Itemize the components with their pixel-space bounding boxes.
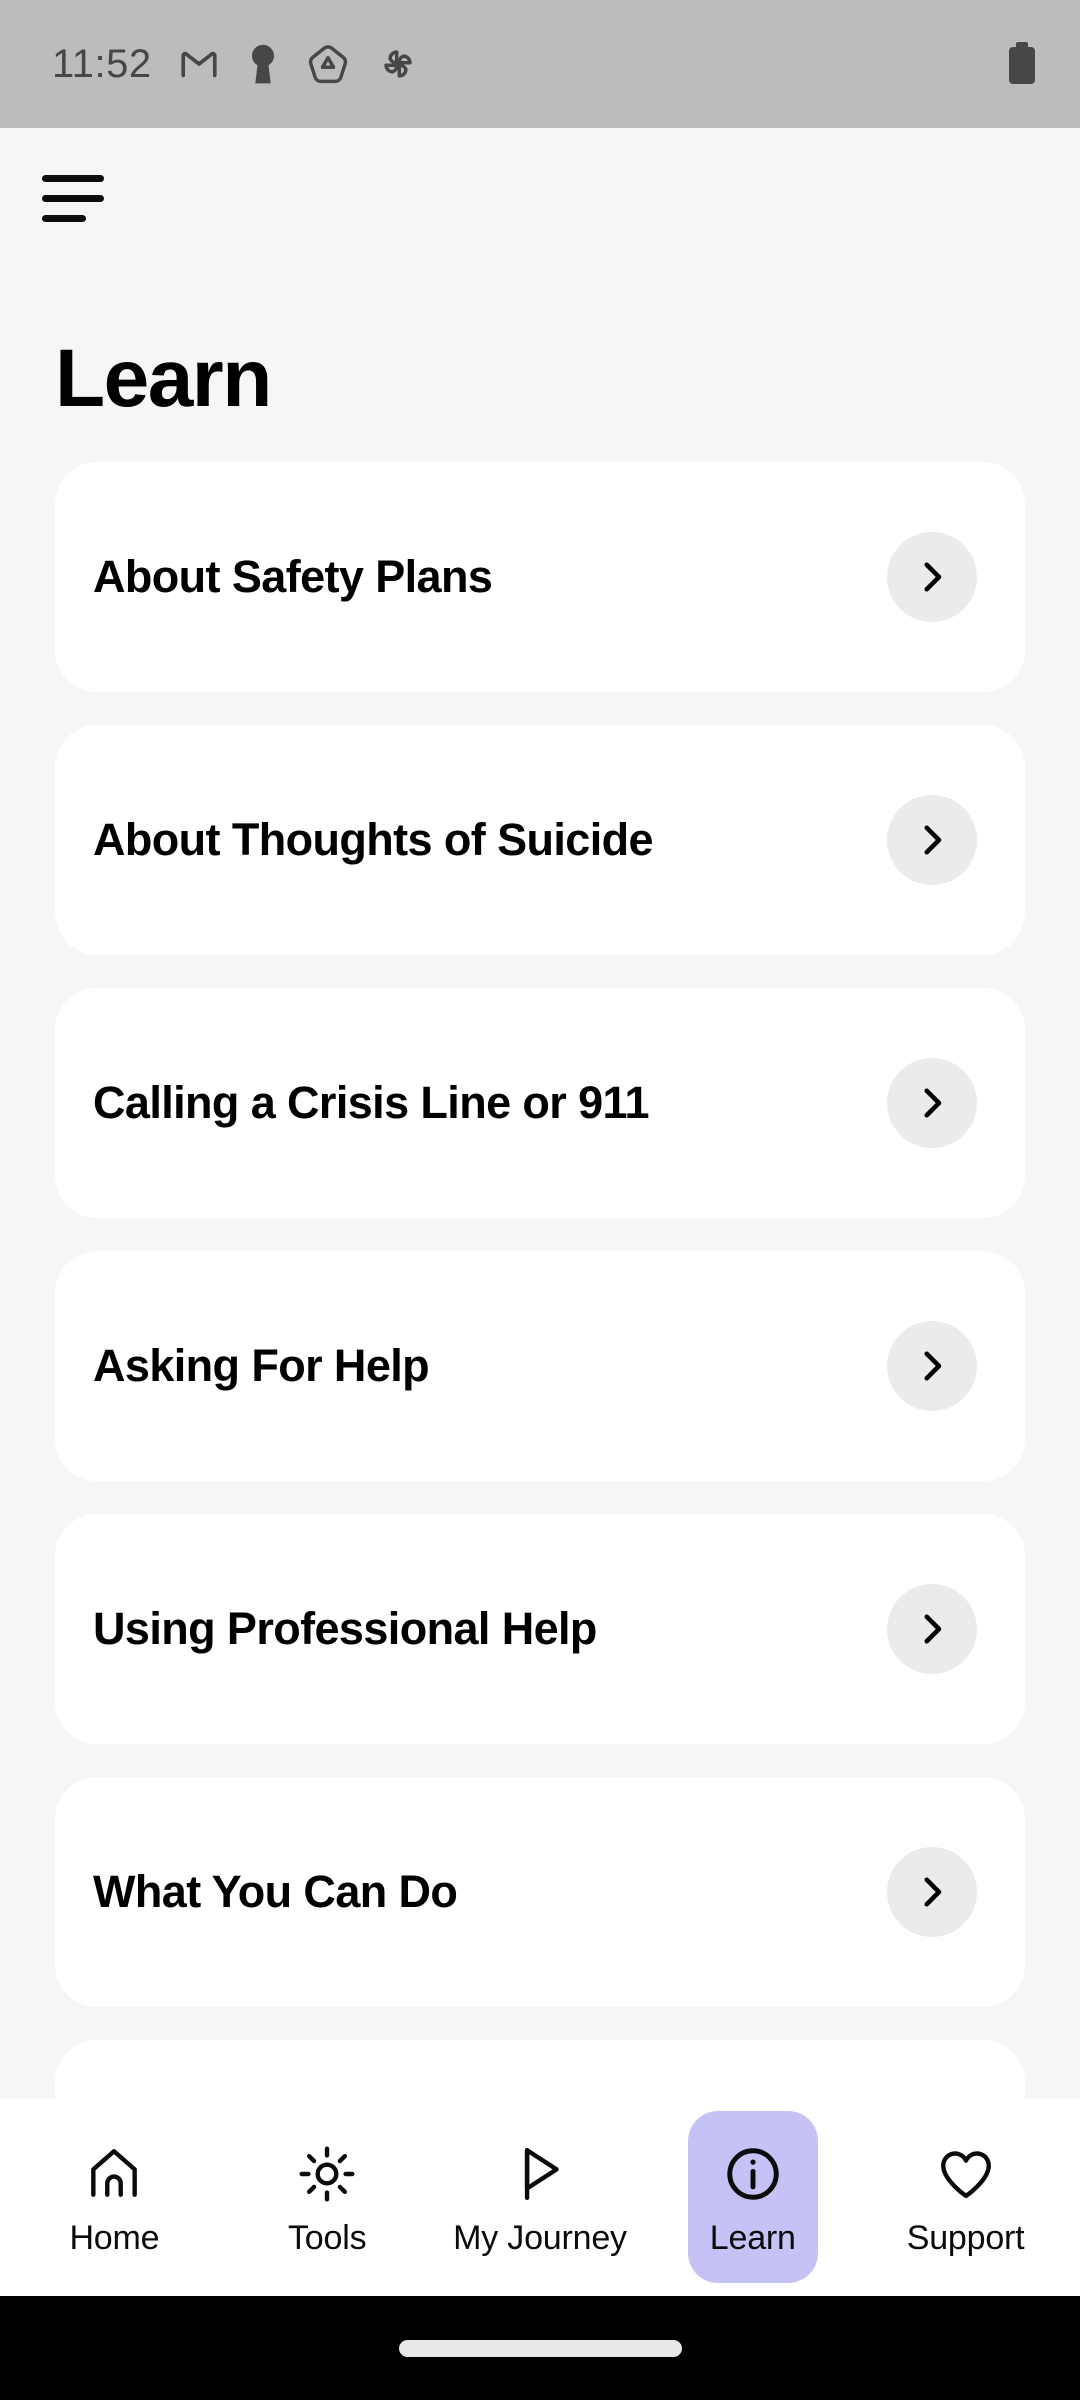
- system-gesture-bar: [0, 2296, 1080, 2400]
- chevron-right-icon[interactable]: [887, 1321, 977, 1411]
- status-bar-clock: 11:52: [52, 42, 152, 86]
- hamburger-line-1: [42, 174, 104, 182]
- learn-item-label: About Thoughts of Suicide: [93, 814, 654, 866]
- learn-list-item[interactable]: Calling a Crisis Line or 911: [55, 988, 1025, 1218]
- gesture-pill[interactable]: [398, 2339, 682, 2357]
- hamburger-menu-icon[interactable]: [42, 167, 112, 229]
- nav-label-home: Home: [69, 2218, 160, 2257]
- phone-screen: 11:52 Learn About Safety Plans About Tho…: [0, 0, 1080, 2400]
- nav-item-my-journey[interactable]: My Journey: [434, 2099, 647, 2296]
- google-photos-icon: [376, 42, 420, 86]
- gmail-icon: [178, 43, 220, 85]
- keyhole-icon: [246, 42, 280, 86]
- nav-item-support[interactable]: Support: [859, 2099, 1072, 2296]
- google-drive-icon: [306, 42, 350, 86]
- learn-item-label: Asking For Help: [93, 1340, 430, 1392]
- chevron-right-icon[interactable]: [887, 1847, 977, 1937]
- home-icon: [83, 2141, 145, 2207]
- nav-label-support: Support: [906, 2218, 1025, 2257]
- learn-list[interactable]: About Safety Plans About Thoughts of Sui…: [0, 462, 1080, 2099]
- learn-list-item[interactable]: Using Professional Help: [55, 1514, 1025, 1744]
- learn-list-item[interactable]: About Thoughts of Suicide: [55, 725, 1025, 955]
- nav-label-my-journey: My Journey: [453, 2218, 627, 2257]
- status-bar-right: [1004, 40, 1040, 88]
- heart-icon: [935, 2141, 997, 2207]
- nav-label-tools: Tools: [288, 2218, 367, 2257]
- learn-list-item[interactable]: About Safety Plans: [55, 462, 1025, 692]
- chevron-right-icon[interactable]: [887, 1584, 977, 1674]
- brightness-sun-icon: [296, 2141, 358, 2207]
- status-bar: 11:52: [0, 0, 1080, 128]
- learn-list-item-partial[interactable]: [55, 2040, 1025, 2099]
- bottom-navigation-bar: Home Tools My Journey Learn Support: [0, 2099, 1080, 2296]
- app-bar: [0, 128, 1080, 268]
- battery-icon: [1004, 40, 1040, 88]
- nav-label-learn: Learn: [709, 2218, 796, 2257]
- nav-item-home[interactable]: Home: [8, 2099, 221, 2296]
- learn-list-item[interactable]: Asking For Help: [55, 1251, 1025, 1481]
- status-bar-left: 11:52: [52, 42, 420, 86]
- nav-item-learn[interactable]: Learn: [646, 2099, 859, 2296]
- info-circle-icon: [722, 2141, 784, 2207]
- nav-item-tools[interactable]: Tools: [221, 2099, 434, 2296]
- page-title: Learn: [0, 268, 1080, 462]
- flag-icon: [509, 2141, 571, 2207]
- learn-item-label: What You Can Do: [93, 1866, 458, 1918]
- hamburger-line-2: [42, 194, 104, 202]
- hamburger-line-3: [42, 214, 86, 222]
- learn-item-label: About Safety Plans: [93, 551, 493, 603]
- learn-list-item[interactable]: What You Can Do: [55, 1777, 1025, 2007]
- chevron-right-icon[interactable]: [887, 1058, 977, 1148]
- learn-item-label: Using Professional Help: [93, 1603, 597, 1655]
- chevron-right-icon[interactable]: [887, 795, 977, 885]
- chevron-right-icon[interactable]: [887, 532, 977, 622]
- learn-item-label: Calling a Crisis Line or 911: [93, 1077, 650, 1129]
